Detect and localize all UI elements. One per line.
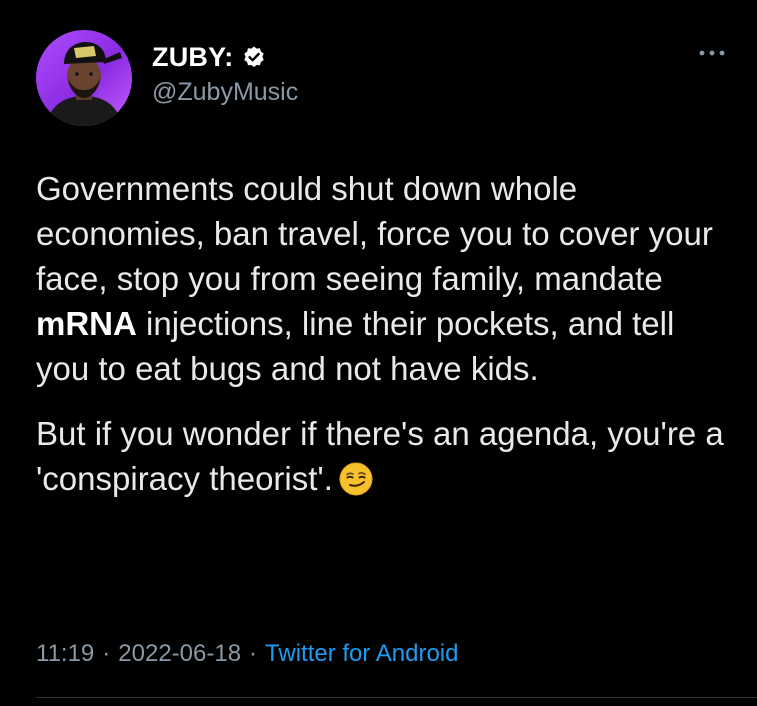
tweet-date[interactable]: 2022-06-18: [118, 640, 241, 667]
avatar[interactable]: [36, 30, 132, 126]
paragraph-2-text: But if you wonder if there's an agenda, …: [36, 415, 724, 497]
smirking-face-emoji-icon: [339, 462, 373, 496]
verified-badge-icon: [243, 46, 264, 68]
display-name-row: ZUBY:: [152, 40, 298, 74]
author-handle[interactable]: @ZubyMusic: [152, 78, 298, 107]
meta-separator: ·: [102, 640, 111, 667]
tweet-source-link[interactable]: Twitter for Android: [265, 640, 458, 667]
paragraph-1-bold-text: mRNA: [36, 305, 137, 342]
tweet-paragraph-1: Governments could shut down whole econom…: [36, 166, 726, 391]
display-name[interactable]: ZUBY:: [152, 42, 234, 73]
tweet-header: ZUBY: @ZubyMusic: [36, 30, 726, 126]
tweet-text: Governments could shut down whole econom…: [36, 166, 726, 501]
more-options-icon[interactable]: [698, 48, 726, 58]
meta-separator: ·: [249, 640, 258, 667]
tweet: ZUBY: @ZubyMusic Governments could shut …: [0, 0, 757, 706]
tweet-time[interactable]: 11:19: [36, 640, 94, 667]
author-block: ZUBY: @ZubyMusic: [152, 40, 298, 107]
tweet-paragraph-2: But if you wonder if there's an agenda, …: [36, 411, 726, 501]
tweet-metadata: 11:19 · 2022-06-18 · Twitter for Android: [36, 640, 458, 668]
avatar-icon: [46, 42, 122, 126]
paragraph-1-text-start: Governments could shut down whole econom…: [36, 170, 713, 297]
divider: [36, 697, 757, 698]
